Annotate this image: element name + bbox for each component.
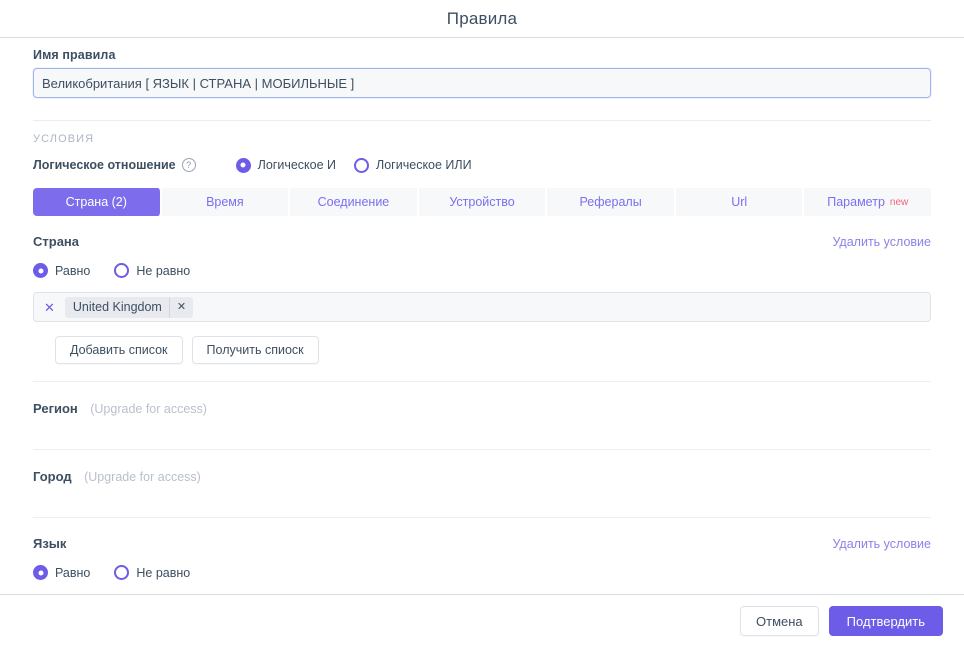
condition-city-title: Город — [33, 469, 72, 484]
tab-url[interactable]: Url — [675, 188, 805, 216]
get-list-button[interactable]: Получить спиоск — [191, 336, 319, 364]
country-match-radio-group: Равно Не равно — [33, 263, 931, 278]
radio-indicator-unselected — [114, 263, 130, 278]
conditions-caption: УСЛОВИЯ — [33, 133, 95, 145]
token-remove-icon[interactable]: ✕ — [168, 296, 193, 318]
token-label: United Kingdom — [72, 300, 162, 314]
radio-indicator-unselected — [354, 157, 370, 173]
condition-country-header: Страна Удалить условие — [33, 234, 931, 249]
condition-region: Регион (Upgrade for access) — [33, 382, 931, 450]
radio-indicator-selected — [33, 263, 48, 278]
tab-country-label: Страна (2) — [65, 195, 127, 209]
condition-city-upgrade-note: (Upgrade for access) — [84, 470, 201, 484]
logic-radio-and[interactable]: Логическое И — [235, 157, 337, 173]
tab-parameter[interactable]: Параметр new — [804, 188, 932, 216]
condition-region-header: Регион (Upgrade for access) — [33, 400, 931, 418]
language-radio-not-equal-label: Не равно — [136, 565, 191, 580]
tab-time-label: Время — [206, 195, 244, 209]
logic-radio-and-label: Логическое И — [257, 158, 337, 172]
confirm-button[interactable]: Подтвердить — [828, 606, 943, 636]
cancel-button[interactable]: Отмена — [740, 606, 819, 636]
language-match-radio-group: Равно Не равно — [33, 565, 931, 580]
condition-language-remove-link[interactable]: Удалить условие — [832, 537, 931, 551]
condition-city-header: Город (Upgrade for access) — [33, 468, 931, 486]
country-radio-not-equal[interactable]: Не равно — [114, 263, 190, 278]
condition-region-upgrade-note: (Upgrade for access) — [90, 402, 207, 416]
tab-time[interactable]: Время — [161, 188, 291, 216]
rule-name-label: Имя правила — [33, 48, 116, 62]
modal-body: Имя правила УСЛОВИЯ Логическое отношение… — [0, 38, 964, 594]
tab-device-label: Устройство — [449, 195, 515, 209]
language-radio-equal-label: Равно — [55, 565, 91, 580]
radio-indicator-unselected — [114, 565, 130, 580]
rules-modal: Правила Имя правила УСЛОВИЯ Логическое о… — [0, 0, 964, 647]
country-radio-equal[interactable]: Равно — [33, 263, 90, 278]
condition-region-title: Регион — [33, 401, 78, 416]
page-title: Правила — [446, 8, 518, 28]
logic-radio-group: Логическое И Логическое ИЛИ — [235, 157, 472, 173]
modal-footer: Отмена Подтвердить — [0, 594, 964, 647]
country-list-buttons: Добавить список Получить спиоск — [33, 336, 931, 364]
tab-parameter-label: Параметр — [827, 195, 885, 209]
logic-relation-label: Логическое отношение — [33, 158, 176, 172]
modal-header: Правила — [0, 0, 964, 38]
condition-language-title: Язык — [33, 536, 67, 551]
condition-tabs: Страна (2) Время Соединение Устройство Р… — [33, 188, 932, 216]
clear-all-icon[interactable]: ✕ — [42, 301, 57, 314]
tab-url-label: Url — [731, 195, 748, 209]
token-united-kingdom: United Kingdom ✕ — [64, 296, 194, 318]
country-radio-not-equal-label: Не равно — [136, 263, 191, 278]
condition-country-title: Страна — [33, 234, 80, 249]
language-radio-equal[interactable]: Равно — [33, 565, 90, 580]
tab-connection[interactable]: Соединение — [290, 188, 419, 216]
condition-city: Город (Upgrade for access) — [33, 450, 931, 518]
tab-device[interactable]: Устройство — [418, 188, 548, 216]
logic-radio-or[interactable]: Логическое ИЛИ — [354, 157, 472, 173]
logic-relation-row: Логическое отношение ? Логическое И Логи… — [33, 155, 931, 175]
language-radio-not-equal[interactable]: Не равно — [114, 565, 190, 580]
country-token-input[interactable]: ✕ United Kingdom ✕ — [33, 292, 931, 322]
condition-language: Язык Удалить условие Равно Не равно — [33, 518, 931, 594]
tab-country[interactable]: Страна (2) — [33, 188, 162, 216]
radio-indicator-selected — [235, 157, 251, 173]
tab-referrals-label: Рефералы — [579, 195, 642, 209]
question-circle-icon[interactable]: ? — [181, 158, 196, 172]
new-badge: new — [889, 196, 909, 208]
condition-country: Страна Удалить условие Равно Не равно ✕ … — [33, 216, 931, 382]
logic-radio-or-label: Логическое ИЛИ — [376, 158, 472, 172]
add-list-button[interactable]: Добавить список — [55, 336, 183, 364]
condition-language-header: Язык Удалить условие — [33, 536, 931, 551]
radio-indicator-selected — [33, 565, 48, 580]
tab-referrals[interactable]: Рефералы — [547, 188, 676, 216]
country-radio-equal-label: Равно — [55, 263, 91, 278]
divider-top — [33, 120, 931, 121]
tab-connection-label: Соединение — [317, 195, 390, 209]
rule-name-input[interactable] — [33, 68, 931, 98]
condition-country-remove-link[interactable]: Удалить условие — [832, 235, 931, 249]
